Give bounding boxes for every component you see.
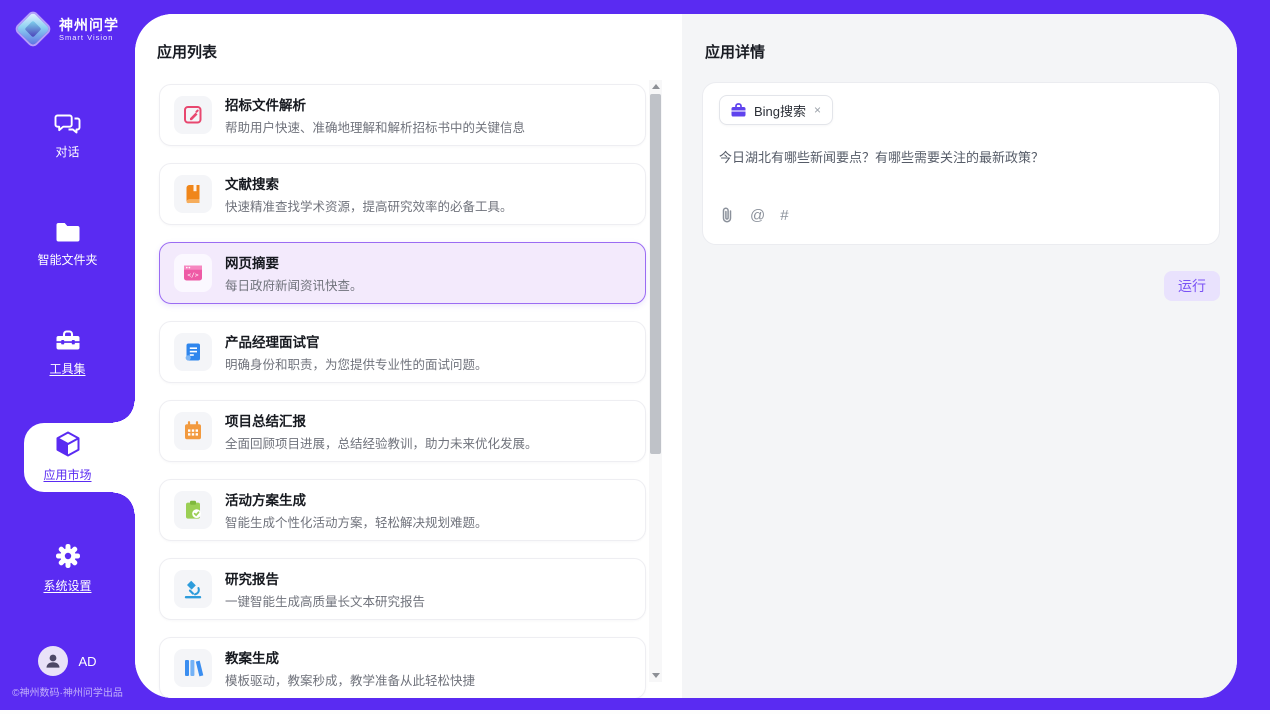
sidebar-item-smart-folder-label: 智能文件夹 (37, 251, 97, 268)
app-card-research-report[interactable]: 研究报告 一键智能生成高质量长文本研究报告 (159, 558, 646, 620)
app-list-scrollbar[interactable] (649, 80, 662, 682)
tool-chip-bing-search[interactable]: Bing搜索 × (719, 95, 833, 125)
sidebar-item-toolset[interactable]: 工具集 (0, 328, 135, 377)
edit-document-icon (174, 96, 212, 134)
app-detail-title: 应用详情 (705, 41, 765, 62)
app-card-literature-search[interactable]: 文献搜索 快速精准查找学术资源，提高研究效率的必备工具。 (159, 163, 646, 225)
app-card-pm-interviewer[interactable]: 产品经理面试官 明确身份和职责，为您提供专业性的面试问题。 (159, 321, 646, 383)
interview-document-icon (174, 333, 212, 371)
app-card-desc: 模板驱动，教案秒成，教学准备从此轻松快捷 (225, 670, 475, 689)
scrollbar-down-arrow[interactable] (649, 669, 662, 682)
summary-note-icon (174, 412, 212, 450)
sidebar-item-app-market[interactable]: 应用市场 (0, 429, 135, 483)
paperclip-icon[interactable] (719, 206, 735, 224)
app-card-title: 活动方案生成 (225, 489, 488, 509)
sidebar-item-settings[interactable]: 系统设置 (0, 542, 135, 594)
user-initials: AD (78, 654, 96, 669)
briefcase-icon (730, 102, 747, 118)
app-card-title: 产品经理面试官 (225, 331, 488, 351)
app-card-desc: 每日政府新闻资讯快查。 (225, 275, 363, 294)
sidebar-item-toolset-label: 工具集 (49, 360, 85, 377)
app-card-desc: 智能生成个性化活动方案，轻松解决规划难题。 (225, 512, 488, 531)
app-card-title: 教案生成 (225, 647, 475, 667)
svg-text:</>: </> (187, 272, 198, 279)
toolbox-icon (54, 328, 82, 353)
app-card-desc: 明确身份和职责，为您提供专业性的面试问题。 (225, 354, 488, 373)
user-account[interactable]: AD (0, 646, 135, 676)
sidebar-item-settings-label: 系统设置 (43, 577, 91, 594)
composer-toolbar: @ # (719, 206, 789, 224)
content-area: 应用列表 招标文件解析 帮助用户快速、准确地理解和解析招标书中的关键信息 (135, 14, 1237, 698)
book-icon (174, 175, 212, 213)
app-card-webpage-summary[interactable]: </> 网页摘要 每日政府新闻资讯快查。 (159, 242, 646, 304)
microscope-icon (174, 570, 212, 608)
brand-name: 神州问学 (59, 17, 119, 33)
app-card-title: 招标文件解析 (225, 94, 525, 114)
tool-chip-label: Bing搜索 (754, 101, 806, 120)
copyright-footer: ©神州数码·神州问学出品 (0, 684, 135, 699)
app-card-title: 研究报告 (225, 568, 425, 588)
sidebar: 神州问学 Smart Vision 对话 智能文件夹 (0, 0, 135, 710)
close-icon[interactable]: × (813, 103, 822, 117)
active-nav-curve-top (113, 401, 135, 423)
cube-icon (53, 429, 83, 459)
sidebar-item-app-market-label: 应用市场 (43, 466, 91, 483)
active-nav-curve-bottom (113, 492, 135, 514)
webpage-code-icon: </> (174, 254, 212, 292)
chat-icon (54, 110, 81, 136)
bottom-margin (0, 710, 1270, 714)
query-text[interactable]: 今日湖北有哪些新闻要点？有哪些需要关注的最新政策？ (719, 149, 1203, 167)
app-card-desc: 一键智能生成高质量长文本研究报告 (225, 591, 425, 610)
sidebar-item-chat[interactable]: 对话 (0, 110, 135, 160)
app-card-title: 网页摘要 (225, 252, 363, 272)
sidebar-item-smart-folder[interactable]: 智能文件夹 (0, 220, 135, 268)
folder-icon (54, 220, 82, 244)
brand-logo-icon (16, 12, 50, 46)
scrollbar-thumb[interactable] (650, 94, 661, 454)
app-window: 神州问学 Smart Vision 对话 智能文件夹 (0, 0, 1270, 714)
app-card-list: 招标文件解析 帮助用户快速、准确地理解和解析招标书中的关键信息 文献搜索 (159, 84, 646, 698)
gear-icon (54, 542, 82, 570)
user-avatar-icon (38, 646, 68, 676)
app-card-project-summary[interactable]: 项目总结汇报 全面回顾项目进展，总结经验教训，助力未来优化发展。 (159, 400, 646, 462)
sidebar-item-chat-label: 对话 (55, 143, 79, 160)
app-card-desc: 快速精准查找学术资源，提高研究效率的必备工具。 (225, 196, 513, 215)
app-card-lesson-plan[interactable]: 教案生成 模板驱动，教案秒成，教学准备从此轻松快捷 (159, 637, 646, 698)
books-icon (174, 649, 212, 687)
app-list-panel: 应用列表 招标文件解析 帮助用户快速、准确地理解和解析招标书中的关键信息 (135, 14, 682, 698)
app-card-bid-analysis[interactable]: 招标文件解析 帮助用户快速、准确地理解和解析招标书中的关键信息 (159, 84, 646, 146)
app-list-title: 应用列表 (157, 41, 217, 62)
at-icon[interactable]: @ (750, 207, 765, 224)
app-detail-panel: 应用详情 Bing搜索 × 今日湖北有哪些新闻要点？有哪些需要关注的最新政策？ (682, 14, 1237, 698)
app-card-desc: 全面回顾项目进展，总结经验教训，助力未来优化发展。 (225, 433, 538, 452)
clipboard-check-icon (174, 491, 212, 529)
hash-icon[interactable]: # (780, 207, 788, 224)
app-card-desc: 帮助用户快速、准确地理解和解析招标书中的关键信息 (225, 117, 525, 136)
app-card-title: 文献搜索 (225, 173, 513, 193)
brand-logo: 神州问学 Smart Vision (16, 12, 119, 46)
query-composer-card[interactable]: Bing搜索 × 今日湖北有哪些新闻要点？有哪些需要关注的最新政策？ @ # (702, 82, 1220, 245)
brand-subtitle: Smart Vision (59, 33, 119, 42)
app-card-title: 项目总结汇报 (225, 410, 538, 430)
scrollbar-up-arrow[interactable] (649, 80, 662, 93)
run-button[interactable]: 运行 (1164, 271, 1220, 301)
app-card-event-plan[interactable]: 活动方案生成 智能生成个性化活动方案，轻松解决规划难题。 (159, 479, 646, 541)
